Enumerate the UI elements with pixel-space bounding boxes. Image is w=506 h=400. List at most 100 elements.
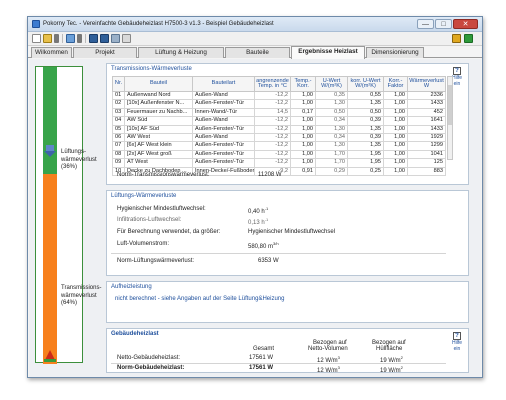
table-cell[interactable]: 1,00 <box>383 107 408 118</box>
wrench-icon[interactable] <box>452 34 461 43</box>
table-cell[interactable]: 1,00 <box>383 158 408 168</box>
tab-sizing[interactable]: Dimensionierung <box>366 47 424 58</box>
tab-project[interactable]: Projekt <box>73 47 137 58</box>
heating-capacity-note[interactable]: nicht berechnet - siehe Angaben auf der … <box>115 296 284 302</box>
column-header[interactable]: Bauteil <box>124 76 193 92</box>
table-cell[interactable]: 0,39 <box>347 116 384 126</box>
column-header[interactable]: korr. U-Wert W/(m²K) <box>347 76 384 92</box>
table-cell[interactable]: AT West <box>124 158 193 168</box>
tab-components[interactable]: Bauteile <box>225 47 290 58</box>
table-cell[interactable]: 452 <box>407 107 446 118</box>
dropdown-arrow-icon[interactable] <box>77 34 82 43</box>
table-cell[interactable]: 1,30 <box>315 99 348 109</box>
table-cell[interactable]: [10x] Außenfenster N... <box>124 99 193 109</box>
table-cell[interactable]: 1,00 <box>383 90 408 101</box>
table-cell[interactable]: 883 <box>407 166 446 177</box>
table-cell[interactable]: [6x] AF West klein <box>124 141 193 151</box>
table-cell[interactable]: Feuermauer zu Nachb... <box>124 107 193 118</box>
table-cell[interactable]: -12,2 <box>254 90 291 101</box>
table-cell[interactable]: 1,00 <box>290 158 316 168</box>
column-header[interactable]: angrenzende Temp. in °C <box>254 76 291 92</box>
table-cell[interactable]: 06 <box>112 133 125 143</box>
table-cell[interactable]: 0,29 <box>315 166 348 177</box>
table-cell[interactable]: 1299 <box>407 141 446 151</box>
table-cell[interactable]: 1,30 <box>315 141 348 151</box>
table-cell[interactable]: -12,2 <box>254 141 291 151</box>
table-cell[interactable]: Außen-Fenster/-Tür <box>192 99 255 109</box>
help-icon[interactable]: ? <box>453 332 461 340</box>
table-cell[interactable]: 1,00 <box>383 99 408 109</box>
tab-ventilation-heating[interactable]: Lüftung & Heizung <box>138 47 224 58</box>
open-folder-icon[interactable] <box>43 34 52 43</box>
table-row[interactable]: 02 [10x] Außenfenster N... Außen-Fenster/-… <box>112 99 446 109</box>
table-cell[interactable]: Außen-Wand <box>192 116 255 126</box>
table-row[interactable]: 06 AW West Außen-Wand -12,2 1,00 0,34 0,39 1,00… <box>112 133 446 143</box>
table-cell[interactable]: 1,00 <box>290 124 316 135</box>
table-cell[interactable]: 0,25 <box>347 166 384 177</box>
table-cell[interactable]: -12,2 <box>254 99 291 109</box>
table-cell[interactable]: 0,91 <box>290 166 316 177</box>
table-cell[interactable]: 01 <box>112 90 125 101</box>
table-scrollbar[interactable] <box>447 76 453 160</box>
minimize-button[interactable]: — <box>417 19 434 29</box>
table-cell[interactable]: 1,00 <box>290 133 316 143</box>
table-cell[interactable]: 0,50 <box>347 107 384 118</box>
import-icon[interactable] <box>66 34 75 43</box>
table-cell[interactable]: AW Süd <box>124 116 193 126</box>
table-cell[interactable]: Außenwand Nord <box>124 90 193 101</box>
table-cell[interactable]: 1,00 <box>290 116 316 126</box>
table-cell[interactable]: 09 <box>112 158 125 168</box>
table-cell[interactable]: 1,35 <box>347 124 384 135</box>
table-cell[interactable]: 1433 <box>407 99 446 109</box>
table-cell[interactable]: 1041 <box>407 149 446 160</box>
column-header[interactable]: Temp.-Korr. <box>290 76 316 92</box>
table-cell[interactable]: 1,00 <box>383 141 408 151</box>
table-cell[interactable]: 1,00 <box>290 99 316 109</box>
info-icon[interactable] <box>464 34 473 43</box>
table-row[interactable]: 03 Feuermauer zu Nachb... Innen-Wand/-Tür 1… <box>112 107 446 118</box>
close-button[interactable]: ✕ <box>453 19 478 29</box>
table-cell[interactable]: Innen-Wand/-Tür <box>192 107 255 118</box>
table-cell[interactable]: 0,34 <box>315 133 348 143</box>
column-header[interactable]: Korr.-Faktor <box>383 76 408 92</box>
help-label[interactable]: Hilfe ein <box>449 340 465 352</box>
table-cell[interactable]: Außen-Wand <box>192 133 255 143</box>
table-cell[interactable]: 0,34 <box>315 116 348 126</box>
table-cell[interactable]: 1,95 <box>347 149 384 160</box>
scrollbar-thumb[interactable] <box>448 85 452 125</box>
table-cell[interactable]: Außen-Fenster/-Tür <box>192 158 255 168</box>
help-icon[interactable]: ? <box>453 67 461 75</box>
table-cell[interactable]: AW West <box>124 133 193 143</box>
table-cell[interactable]: 1,00 <box>383 166 408 177</box>
maximize-button[interactable]: □ <box>435 19 452 29</box>
table-cell[interactable]: -12,2 <box>254 116 291 126</box>
table-cell[interactable]: Außen-Fenster/-Tür <box>192 141 255 151</box>
column-header[interactable]: Bauteilart <box>192 76 255 92</box>
table-cell[interactable]: 1,00 <box>290 141 316 151</box>
table-cell[interactable]: Außen-Wand <box>192 90 255 101</box>
tab-welcome[interactable]: Wilkommen <box>31 47 72 58</box>
table-cell[interactable]: [10x] AF Süd <box>124 124 193 135</box>
dropdown-arrow-icon[interactable] <box>54 34 59 43</box>
table-cell[interactable]: 1433 <box>407 124 446 135</box>
new-file-icon[interactable] <box>32 34 41 43</box>
table-cell[interactable]: -12,2 <box>254 133 291 143</box>
table-cell[interactable]: 04 <box>112 116 125 126</box>
table-cell[interactable]: 1,70 <box>315 149 348 160</box>
table-cell[interactable]: -12,2 <box>254 149 291 160</box>
table-cell[interactable]: 1,30 <box>315 124 348 135</box>
table-cell[interactable]: 14,5 <box>254 107 291 118</box>
table-cell[interactable]: 07 <box>112 141 125 151</box>
table-cell[interactable]: 2336 <box>407 90 446 101</box>
table-cell[interactable]: 1,00 <box>383 116 408 126</box>
save-icon[interactable] <box>89 34 98 43</box>
table-row[interactable]: 04 AW Süd Außen-Wand -12,2 1,00 0,34 0,39 1,00 1… <box>112 116 446 126</box>
export-icon[interactable] <box>122 34 131 43</box>
print-icon[interactable] <box>111 34 120 43</box>
table-cell[interactable]: 1,00 <box>290 90 316 101</box>
table-cell[interactable]: 1,00 <box>383 124 408 135</box>
table-cell[interactable]: 1,95 <box>347 158 384 168</box>
table-cell[interactable]: [2x] AF West groß <box>124 149 193 160</box>
table-cell[interactable]: 1,35 <box>347 99 384 109</box>
column-header[interactable]: Nr. <box>112 76 125 92</box>
